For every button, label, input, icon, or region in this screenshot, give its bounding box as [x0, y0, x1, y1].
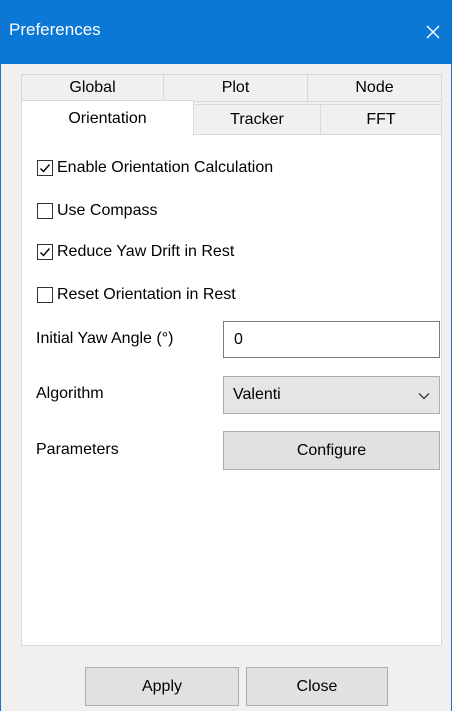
- initial-yaw-value: 0: [234, 330, 243, 348]
- close-icon: [426, 25, 440, 39]
- configure-button[interactable]: Configure: [223, 431, 440, 470]
- algorithm-selected-value: Valenti: [233, 386, 281, 403]
- checkmark-icon: [40, 248, 51, 257]
- use-compass-checkbox[interactable]: [37, 203, 53, 219]
- tab-orientation[interactable]: Orientation: [21, 100, 194, 136]
- tab-node[interactable]: Node: [307, 74, 442, 102]
- tab-plot[interactable]: Plot: [163, 74, 308, 102]
- enable-orientation-label: Enable Orientation Calculation: [57, 159, 274, 176]
- initial-yaw-label: Initial Yaw Angle (°): [36, 330, 174, 347]
- parameters-label: Parameters: [36, 441, 119, 458]
- tab-label: Tracker: [230, 110, 284, 128]
- tab-global[interactable]: Global: [21, 74, 164, 102]
- checkmark-icon: [40, 164, 51, 173]
- reset-orientation-label: Reset Orientation in Rest: [57, 286, 236, 303]
- algorithm-select[interactable]: Valenti: [223, 376, 440, 414]
- window-title: Preferences: [9, 20, 101, 39]
- reduce-yaw-drift-label: Reduce Yaw Drift in Rest: [57, 243, 235, 260]
- close-window-button[interactable]: [413, 0, 452, 64]
- enable-orientation-checkbox[interactable]: [37, 160, 53, 176]
- algorithm-label: Algorithm: [36, 385, 104, 402]
- enable-orientation-option[interactable]: Enable Orientation Calculation: [37, 159, 273, 177]
- tab-label: Node: [355, 79, 394, 96]
- title-bar: Preferences: [1, 0, 452, 64]
- reset-orientation-option[interactable]: Reset Orientation in Rest: [37, 286, 236, 304]
- configure-button-label: Configure: [296, 441, 367, 459]
- apply-button-label: Apply: [141, 677, 183, 695]
- apply-button[interactable]: Apply: [85, 667, 239, 706]
- tab-label: Global: [69, 79, 116, 96]
- initial-yaw-input[interactable]: 0: [223, 321, 440, 358]
- close-button-label: Close: [296, 677, 338, 695]
- close-button[interactable]: Close: [246, 667, 388, 706]
- tab-label: Plot: [221, 79, 250, 96]
- chevron-down-icon: [418, 393, 430, 400]
- tab-tracker[interactable]: Tracker: [193, 104, 321, 135]
- tab-label: FFT: [366, 110, 396, 128]
- use-compass-label: Use Compass: [57, 202, 158, 219]
- use-compass-option[interactable]: Use Compass: [37, 202, 157, 220]
- reset-orientation-checkbox[interactable]: [37, 287, 53, 303]
- tab-label: Orientation: [68, 109, 147, 127]
- reduce-yaw-drift-option[interactable]: Reduce Yaw Drift in Rest: [37, 243, 234, 261]
- tab-fft[interactable]: FFT: [320, 104, 442, 135]
- preferences-dialog: Preferences Global Plot Node Tracker FFT…: [0, 0, 452, 711]
- reduce-yaw-drift-checkbox[interactable]: [37, 244, 53, 260]
